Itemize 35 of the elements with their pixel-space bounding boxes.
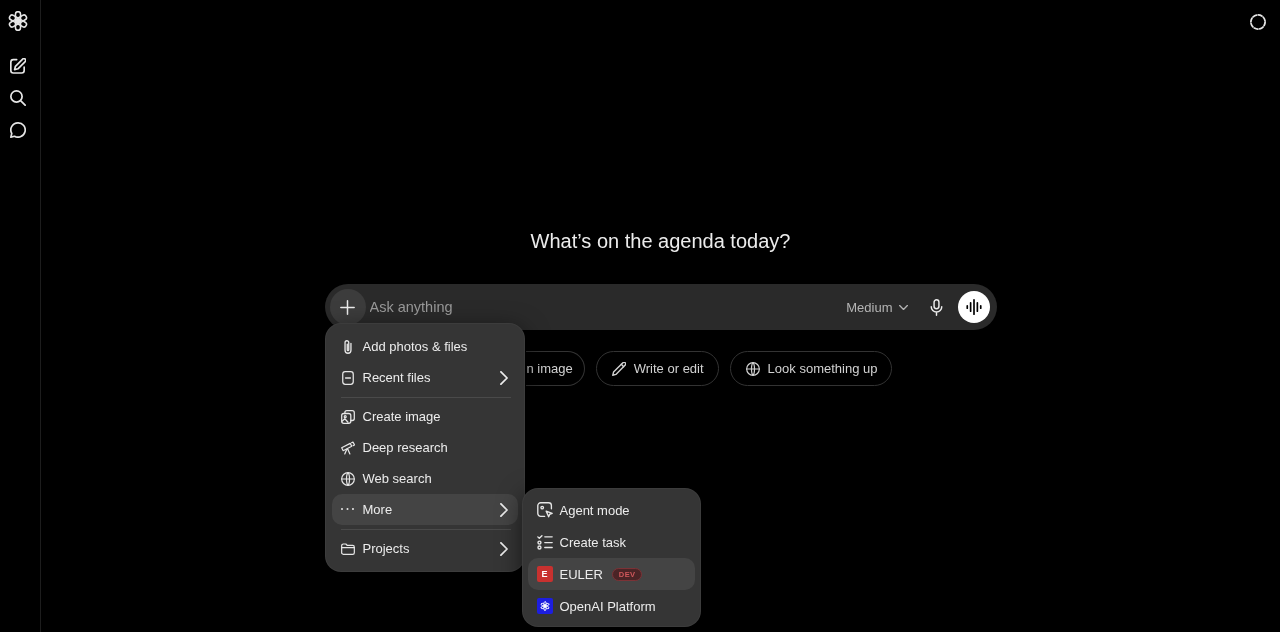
globe-icon: [745, 361, 760, 376]
model-picker[interactable]: Medium: [842, 295, 908, 319]
menu-item[interactable]: Create task: [527, 526, 695, 558]
image-cursor-icon: [536, 502, 553, 518]
dots-icon: [341, 508, 354, 511]
speech-bubble-icon[interactable]: [10, 122, 26, 138]
dashed-circle-icon[interactable]: [1250, 14, 1266, 30]
menu-item[interactable]: Deep research: [331, 432, 518, 463]
message-input[interactable]: Ask anything: [369, 295, 843, 319]
plus-icon: [340, 299, 355, 315]
checklist-icon: [536, 534, 553, 550]
telescope-icon: [340, 440, 355, 455]
menu-item[interactable]: Add photos & files: [331, 331, 518, 362]
logo-icon[interactable]: [8, 11, 28, 31]
pencil-icon: [611, 361, 626, 376]
menu-item[interactable]: Recent files: [331, 362, 518, 393]
globe-icon: [340, 471, 355, 486]
attach-button[interactable]: [329, 289, 366, 325]
images-icon: [340, 409, 355, 424]
document-icon: [340, 370, 355, 385]
menu-item[interactable]: Web search: [331, 463, 518, 494]
menu-item[interactable]: Create image: [331, 401, 518, 432]
message-field[interactable]: Ask anything Medium: [324, 284, 997, 330]
folder-icon: [340, 541, 355, 556]
edit-icon[interactable]: [10, 58, 26, 74]
menu-item[interactable]: More: [331, 494, 518, 525]
menu-item[interactable]: Projects: [331, 533, 518, 564]
search-icon[interactable]: [10, 90, 26, 106]
page-heading: What’s on the agenda today?: [530, 229, 791, 254]
chevron-down-icon: [898, 302, 908, 312]
waveform-icon: [965, 299, 982, 315]
menu-item[interactable]: Agent mode: [527, 494, 695, 526]
letter-tile: E: [536, 566, 553, 582]
menu-item[interactable]: OpenAI Platform: [527, 590, 695, 622]
voice-button[interactable]: [957, 291, 990, 323]
